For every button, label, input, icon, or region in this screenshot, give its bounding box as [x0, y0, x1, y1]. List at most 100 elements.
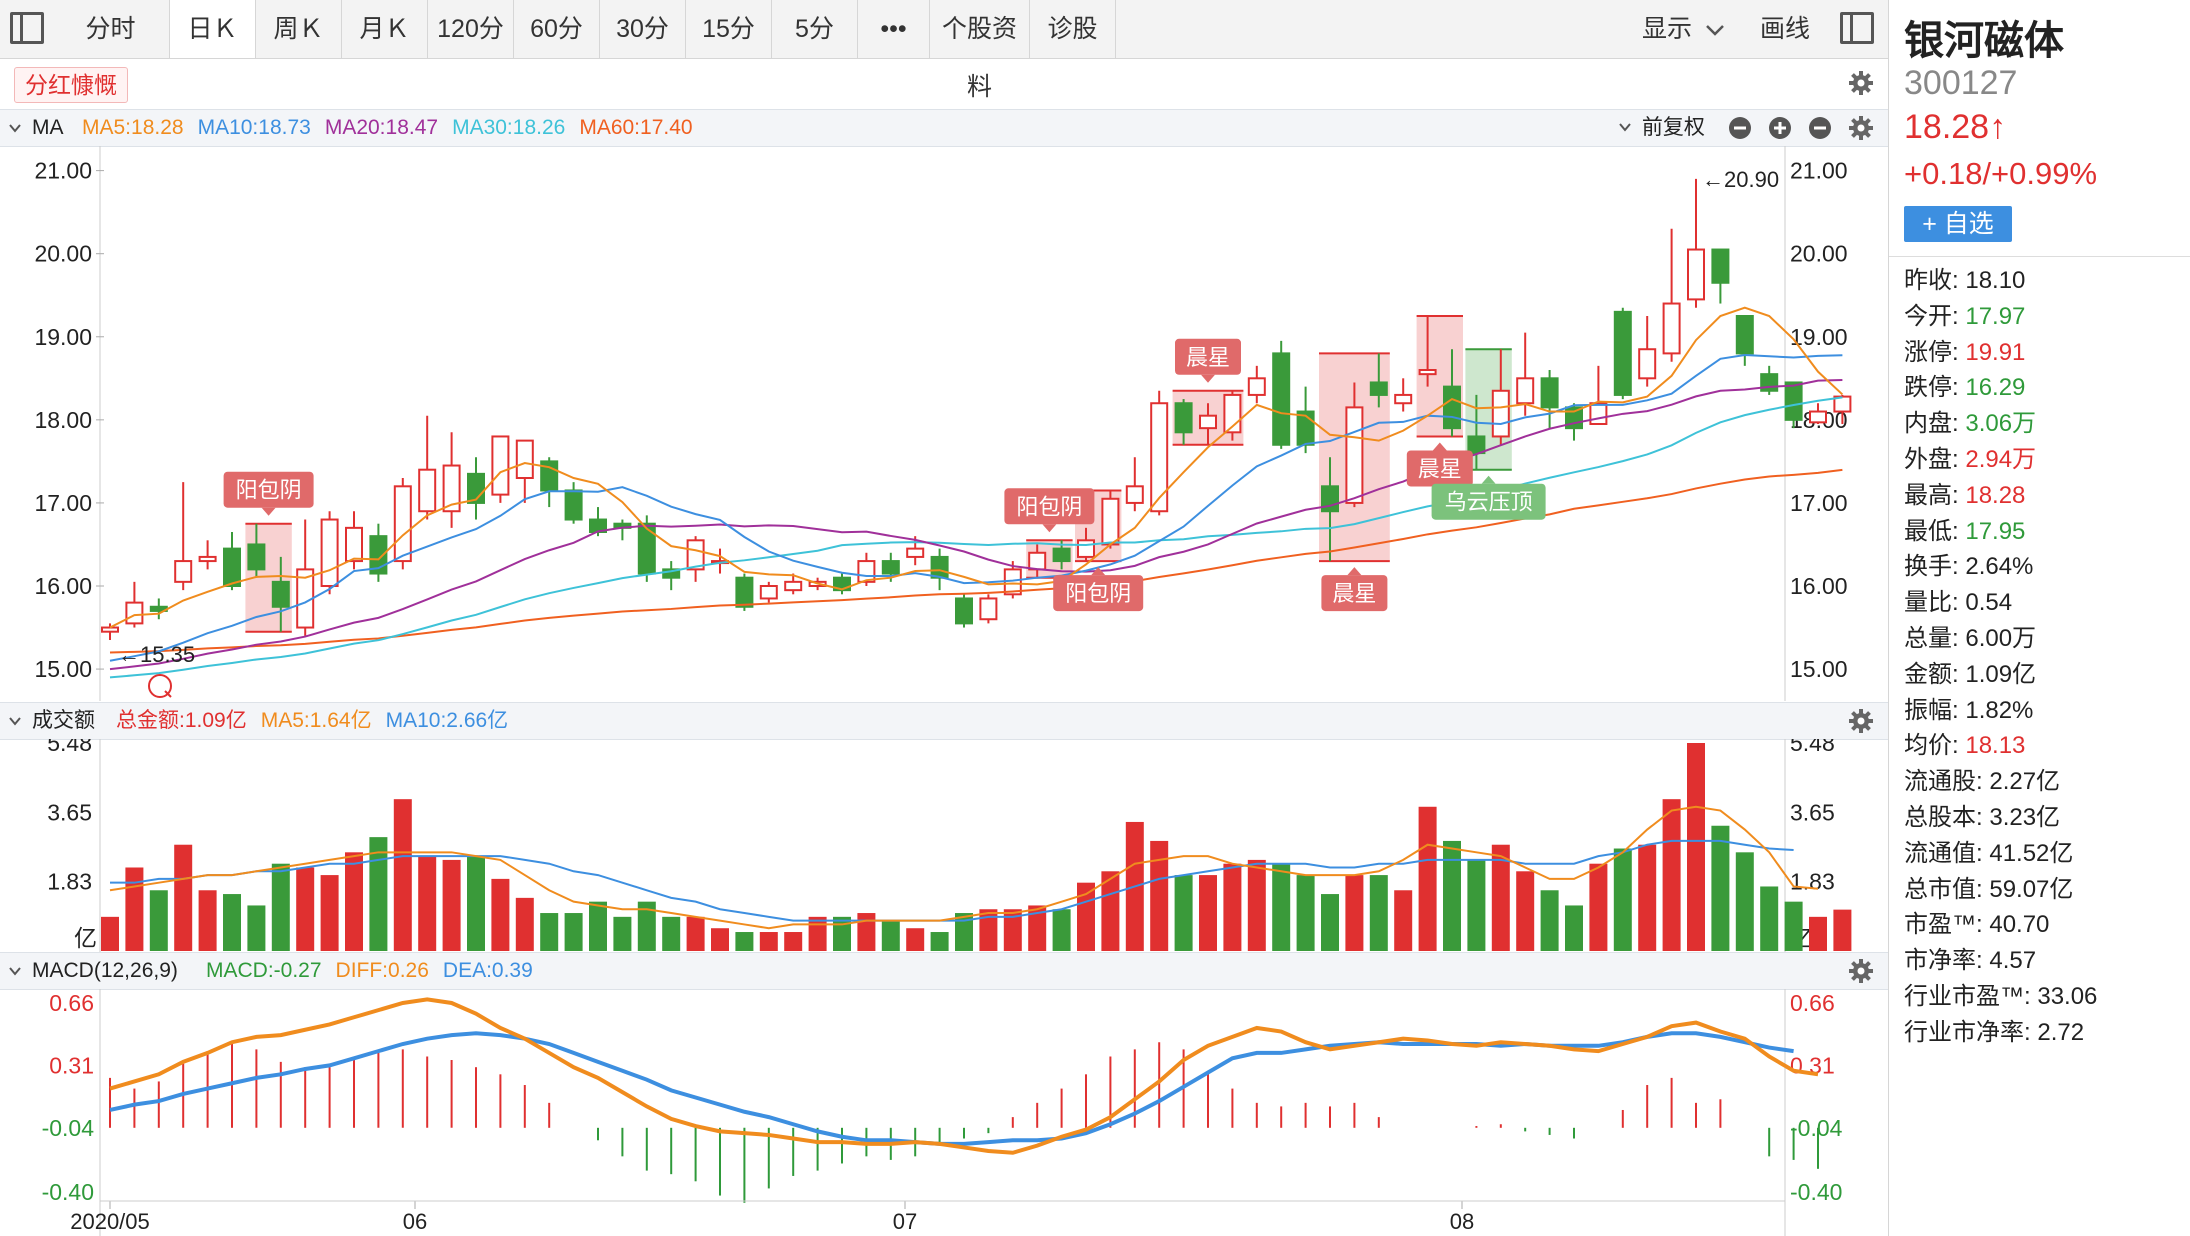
tab-6[interactable]: 30分	[600, 0, 686, 58]
left-panel-toggle-icon[interactable]	[10, 12, 44, 44]
macd-chart[interactable]: 0.66 0.660.31 0.31-0.04 -0.04-0.40 -0.402020…	[0, 989, 1888, 1236]
candle	[711, 548, 729, 574]
kline-chart[interactable]: 21.0021.0020.0020.0019.0019.0018.0018.00…	[0, 146, 1888, 701]
quote-value: 59.07亿	[1982, 875, 2074, 903]
y-tick-label-left: -0.40	[42, 1179, 94, 1205]
gear-icon[interactable]	[1848, 70, 1874, 96]
y-tick-label-left: -0.04	[42, 1115, 95, 1141]
quote-row: 总股本: 3.23亿	[1904, 801, 2060, 835]
zoom-in-icon[interactable]	[1768, 116, 1792, 140]
y-tick-label-right: 3.65	[1790, 799, 1835, 825]
tab-8[interactable]: 5分	[772, 0, 858, 58]
gear-icon[interactable]	[1848, 958, 1874, 984]
y-tick-label-left: 0.66	[49, 990, 94, 1016]
collapse-chevron-icon[interactable]	[8, 714, 22, 728]
tab-10[interactable]: 个股资料	[930, 0, 1030, 101]
candle	[1247, 365, 1266, 404]
candle-body	[174, 560, 193, 583]
tab-1[interactable]: 日Ｋ	[170, 0, 256, 58]
candle	[955, 594, 973, 628]
tab-4[interactable]: 120分	[428, 0, 514, 58]
divider	[1889, 256, 2190, 257]
y-tick-label-right: 1.83	[1790, 869, 1835, 895]
y-tick-label-right: 5.48	[1790, 739, 1835, 756]
tab-7[interactable]: 15分	[686, 0, 772, 58]
quote-row: 行业市盈™: 33.06	[1904, 980, 2097, 1014]
tab-0[interactable]: 分时	[52, 0, 170, 58]
volume-bar	[1735, 852, 1754, 951]
quote-value: 3.06万	[1958, 410, 2037, 438]
y-tick-label-left: 20.00	[34, 241, 92, 267]
quote-value: 1.82%	[1958, 696, 2034, 724]
quote-value: 17.95	[1958, 517, 2026, 545]
ma5-line	[109, 306, 1844, 629]
quote-label: 流通股:	[1904, 768, 1983, 796]
candle-body	[1369, 381, 1388, 396]
quote-label: 流通值:	[1904, 839, 1983, 867]
pattern-label-text: 阳包阴	[1016, 494, 1082, 519]
tab-9[interactable]: •••	[858, 0, 930, 58]
pattern-label-text: 晨星	[1418, 456, 1462, 481]
volume-chart[interactable]: 5.485.483.653.651.831.83亿亿	[0, 739, 1888, 952]
candle-body	[271, 580, 290, 608]
volume-bar	[393, 799, 412, 951]
volume-bar	[1150, 840, 1169, 951]
quote-value: 41.52亿	[1982, 839, 2074, 867]
candle	[1613, 307, 1632, 400]
tab-3[interactable]: 月Ｋ	[342, 0, 428, 58]
candle	[320, 511, 339, 595]
tab-11[interactable]: 诊股	[1030, 0, 1116, 58]
volume-bar	[442, 859, 461, 951]
quote-label: 市盈™:	[1904, 911, 1983, 939]
quote-row: 量比: 0.54	[1904, 586, 2012, 620]
quote-value: 4.57	[1982, 947, 2037, 975]
volume-bar	[1443, 840, 1461, 951]
candle-body	[1809, 410, 1827, 424]
candle	[1540, 370, 1559, 429]
draw-line-button[interactable]: 画线	[1760, 0, 1810, 58]
dividend-notice-tag[interactable]: 分红慷慨	[14, 67, 128, 103]
minimize-icon[interactable]	[1808, 116, 1832, 140]
tab-5[interactable]: 60分	[514, 0, 600, 58]
candle-body	[393, 485, 412, 563]
adjust-dropdown[interactable]: 前复权	[1618, 110, 1719, 146]
quote-label: 总量:	[1904, 625, 1959, 652]
dividend-notice-label: 分红慷慨	[25, 72, 117, 98]
y-tick-label-right: 17.00	[1790, 490, 1848, 516]
collapse-chevron-icon[interactable]	[8, 964, 22, 978]
quote-value: 3.23亿	[1982, 804, 2061, 831]
quote-row: 流通股: 2.27亿	[1904, 765, 2060, 799]
volume-bar	[491, 878, 510, 951]
candle-body	[881, 560, 900, 575]
display-menu[interactable]: 显示	[1642, 0, 1725, 58]
candle-body	[1052, 547, 1071, 563]
volume-bar	[1516, 871, 1535, 951]
candle-body	[198, 555, 217, 563]
zoom-out-icon[interactable]	[1728, 116, 1752, 140]
volume-bar	[1394, 890, 1413, 951]
volume-bar	[1321, 894, 1339, 951]
gear-icon[interactable]	[1848, 708, 1874, 734]
right-panel-toggle-icon[interactable]	[1840, 12, 1874, 44]
volume-bar	[174, 844, 193, 951]
volume-bar	[979, 909, 998, 951]
candle	[442, 432, 461, 528]
volume-bar	[198, 890, 217, 951]
quote-row: 外盘: 2.94万	[1904, 443, 2036, 477]
quote-row: 昨收: 18.10	[1904, 264, 2025, 298]
tab-2[interactable]: 周Ｋ	[256, 0, 342, 58]
volume-bar	[540, 913, 559, 951]
candle-body	[223, 547, 241, 588]
volume-bar	[1272, 863, 1291, 951]
draw-line-label: 画线	[1760, 15, 1811, 43]
collapse-chevron-icon[interactable]	[8, 121, 22, 135]
add-watchlist-button[interactable]: + 自选	[1904, 206, 2012, 242]
volume-bar	[223, 894, 241, 951]
volume-bar	[930, 932, 949, 951]
quote-value: 2.27亿	[1982, 768, 2061, 796]
candle	[101, 623, 119, 640]
volume-bar	[125, 867, 144, 951]
y-tick-label-right: -0.40	[1790, 1179, 1842, 1205]
ma_header-item-3: MA30:18.26	[452, 116, 566, 139]
gear-icon[interactable]	[1848, 115, 1874, 141]
